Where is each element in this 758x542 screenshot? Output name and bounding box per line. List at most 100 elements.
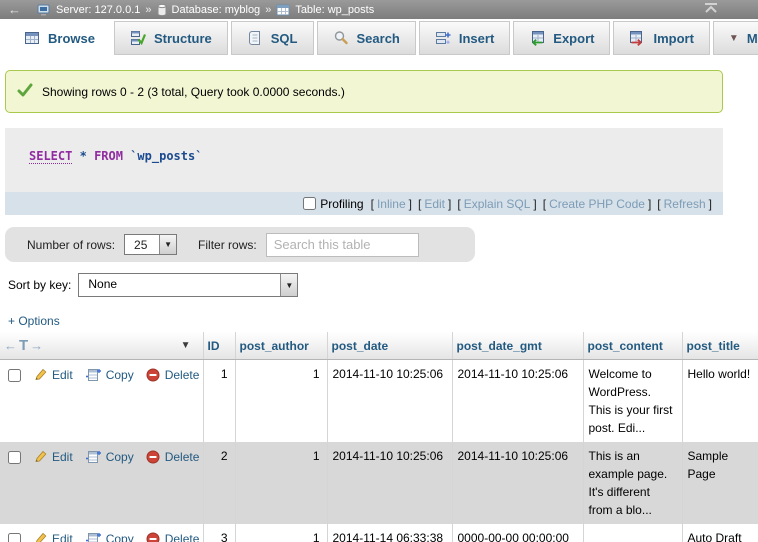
cell-id: 3 <box>203 524 235 542</box>
cell-post-title: Auto Draft <box>682 524 758 542</box>
tab-import[interactable]: Import <box>613 21 709 55</box>
bracket: [ <box>415 197 424 211</box>
delete-link[interactable]: Delete <box>165 448 200 466</box>
profiling-checkbox-label[interactable]: Profiling <box>303 197 363 211</box>
filter-rows-input[interactable] <box>266 233 419 257</box>
edit-link[interactable]: Edit <box>52 530 73 542</box>
create-php-code-link[interactable]: Create PHP Code <box>549 197 645 211</box>
edit-link[interactable]: Edit <box>52 366 73 384</box>
chevron-down-icon: ▼ <box>280 274 297 296</box>
cell-post-date-gmt: 2014-11-10 10:25:06 <box>452 360 583 443</box>
sort-by-key-label: Sort by key: <box>8 278 71 292</box>
pencil-icon[interactable] <box>33 532 47 542</box>
bracket: ] <box>406 197 415 211</box>
column-header-post-date-gmt[interactable]: post_date_gmt <box>452 332 583 360</box>
search-icon <box>333 30 349 46</box>
row-checkbox[interactable] <box>8 369 21 382</box>
cell-id: 1 <box>203 360 235 443</box>
database-icon <box>157 4 167 16</box>
browse-icon <box>24 30 40 46</box>
refresh-link[interactable]: Refresh <box>664 197 706 211</box>
tab-search[interactable]: Search <box>317 21 416 55</box>
cell-post-title: Hello world! <box>682 360 758 443</box>
structure-icon <box>130 30 146 46</box>
sql-keyword-select[interactable]: SELECT <box>29 149 72 164</box>
column-header-post-date[interactable]: post_date <box>327 332 452 360</box>
cell-post-author: 1 <box>235 524 327 542</box>
tab-browse[interactable]: Browse <box>8 21 111 55</box>
cell-id: 2 <box>203 442 235 524</box>
copy-link[interactable]: Copy <box>106 530 134 542</box>
copy-link[interactable]: Copy <box>106 448 134 466</box>
chevron-down-icon: ▼ <box>729 33 739 44</box>
row-checkbox[interactable] <box>8 533 21 542</box>
column-header-post-content[interactable]: post_content <box>583 332 682 360</box>
delete-icon[interactable] <box>146 450 160 464</box>
breadcrumb-database[interactable]: Database: myblog <box>157 4 261 16</box>
tab-structure[interactable]: Structure <box>114 21 228 55</box>
column-header-actions: ← T → ▼ <box>0 332 203 360</box>
breadcrumb-server-label: Server: 127.0.0.1 <box>56 4 140 16</box>
status-message-text: Showing rows 0 - 2 (3 total, Query took … <box>42 85 345 99</box>
tab-more[interactable]: ▼ More <box>713 21 758 55</box>
sort-by-key-select[interactable]: None ▼ <box>78 273 298 297</box>
column-nav-left-icon[interactable]: ← <box>4 338 17 353</box>
pencil-icon[interactable] <box>33 450 47 464</box>
bracket: [ <box>654 197 663 211</box>
sql-keyword-from: FROM <box>94 149 123 163</box>
bracket: [ <box>368 197 377 211</box>
rows-per-page-select[interactable]: 25 ▼ <box>124 234 177 255</box>
delete-link[interactable]: Delete <box>165 366 200 384</box>
tab-insert[interactable]: Insert <box>419 21 510 55</box>
server-icon <box>37 4 51 16</box>
pencil-icon[interactable] <box>33 368 47 382</box>
edit-query-link[interactable]: Edit <box>424 197 445 211</box>
edit-link[interactable]: Edit <box>52 448 73 466</box>
status-message: Showing rows 0 - 2 (3 total, Query took … <box>5 70 723 113</box>
collapse-icon[interactable] <box>704 2 718 17</box>
copy-icon[interactable] <box>85 532 101 542</box>
delete-icon[interactable] <box>146 368 160 382</box>
breadcrumb-separator: » <box>265 4 271 16</box>
chevron-down-icon: ▼ <box>159 235 176 254</box>
cell-post-date-gmt: 0000-00-00 00:00:00 <box>452 524 583 542</box>
column-header-post-author[interactable]: post_author <box>235 332 327 360</box>
delete-icon[interactable] <box>146 532 160 542</box>
profiling-checkbox[interactable] <box>303 197 316 210</box>
breadcrumb-separator: » <box>145 4 151 16</box>
tab-more-label: More <box>747 31 758 46</box>
sql-table-identifier: `wp_posts` <box>130 149 202 163</box>
inline-link[interactable]: Inline <box>377 197 406 211</box>
cell-post-title: Sample Page <box>682 442 758 524</box>
cell-post-author: 1 <box>235 360 327 443</box>
chevron-down-icon[interactable]: ▼ <box>181 340 191 351</box>
profiling-label: Profiling <box>320 197 363 211</box>
back-arrow-icon[interactable]: ← <box>8 2 21 17</box>
copy-link[interactable]: Copy <box>106 366 134 384</box>
sql-star: * <box>80 149 87 163</box>
explain-sql-link[interactable]: Explain SQL <box>464 197 531 211</box>
column-nav-tee-icon[interactable]: T <box>19 337 28 354</box>
cell-post-content <box>583 524 682 542</box>
table-icon <box>276 4 290 16</box>
table-header-row: ← T → ▼ ID post_author post_date post_da… <box>0 332 758 360</box>
bracket: ] <box>706 197 715 211</box>
copy-icon[interactable] <box>85 368 101 382</box>
row-checkbox[interactable] <box>8 451 21 464</box>
sort-row: Sort by key: None ▼ <box>8 273 758 297</box>
column-header-id[interactable]: ID <box>203 332 235 360</box>
options-toggle[interactable]: + Options <box>8 314 758 330</box>
breadcrumb-table[interactable]: Table: wp_posts <box>276 4 374 16</box>
export-icon <box>529 30 545 46</box>
column-header-post-title[interactable]: post_title <box>682 332 758 360</box>
cell-post-author: 1 <box>235 442 327 524</box>
delete-link[interactable]: Delete <box>165 530 200 542</box>
query-links-bar: Profiling [Inline] [Edit] [Explain SQL] … <box>5 192 723 215</box>
table-row: Edit Copy Delete 2 1 2014-11-10 10:25:06… <box>0 442 758 524</box>
tab-export[interactable]: Export <box>513 21 610 55</box>
column-nav-right-icon[interactable]: → <box>30 338 43 353</box>
copy-icon[interactable] <box>85 450 101 464</box>
cell-post-content: Welcome to WordPress. This is your first… <box>583 360 682 443</box>
tab-sql[interactable]: SQL <box>231 21 314 55</box>
breadcrumb-server[interactable]: Server: 127.0.0.1 <box>37 4 140 16</box>
